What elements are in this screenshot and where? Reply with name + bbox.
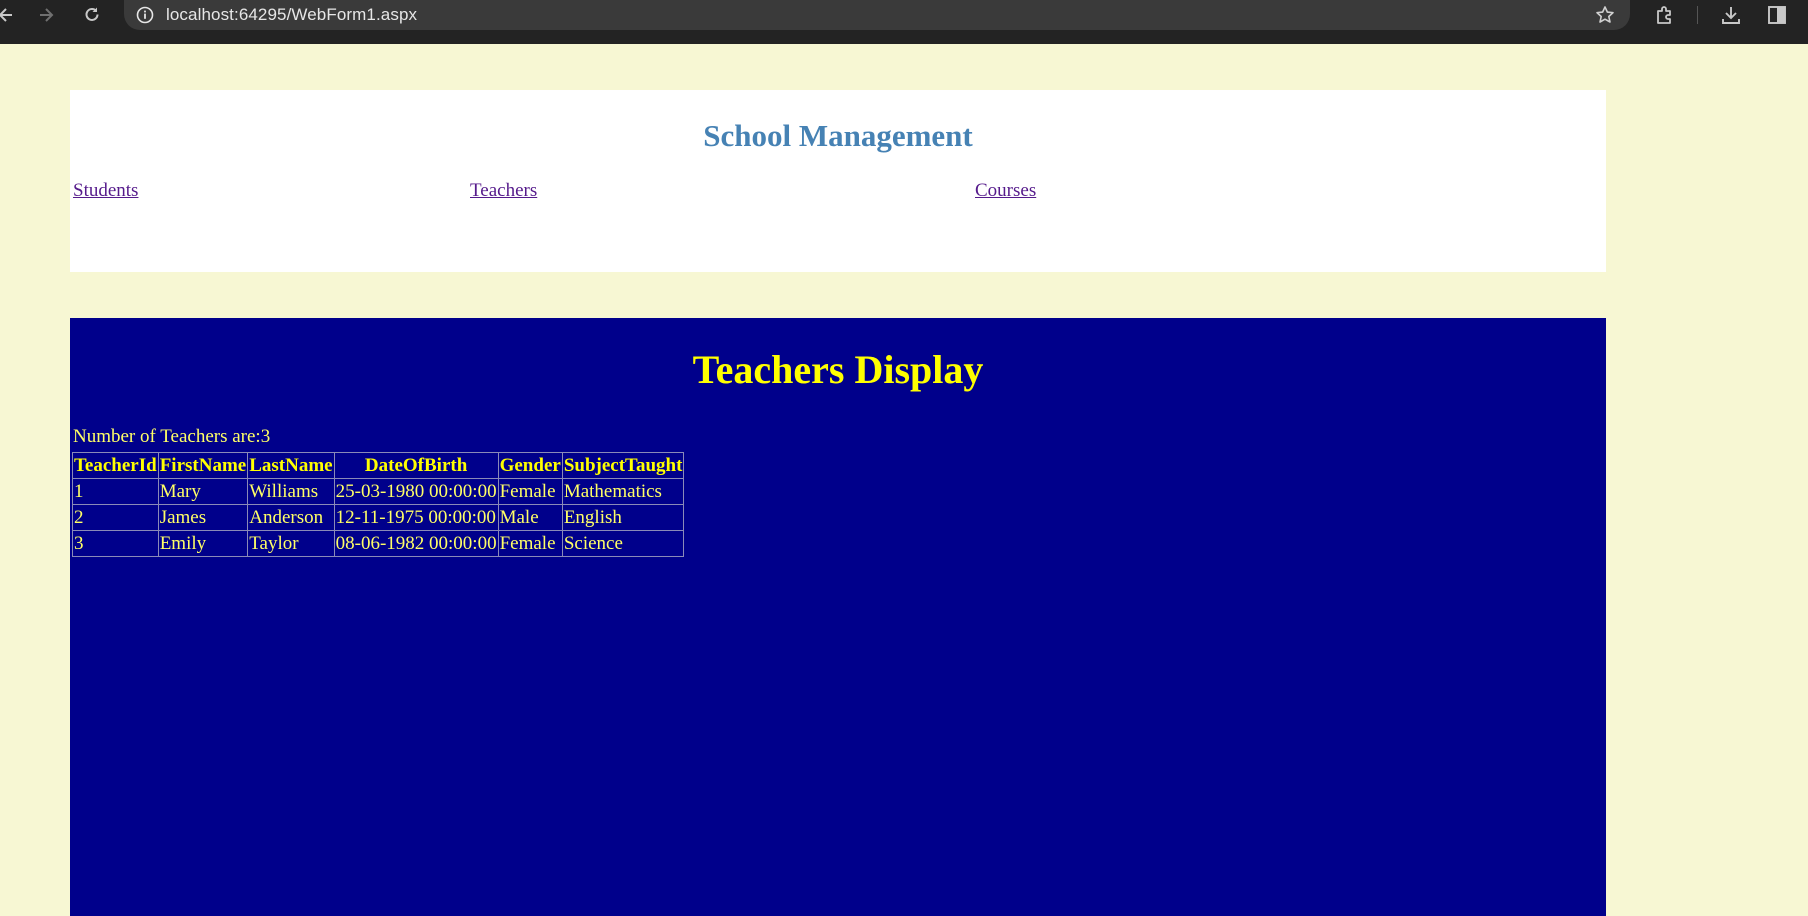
table-cell: Anderson <box>247 504 335 531</box>
site-info-icon[interactable] <box>136 6 154 24</box>
browser-toolbar: localhost:64295/WebForm1.aspx <box>0 0 1808 44</box>
download-icon[interactable] <box>1718 0 1744 30</box>
forward-arrow-icon[interactable] <box>34 0 58 30</box>
table-cell: 12-11-1975 00:00:00 <box>333 504 499 531</box>
column-header: SubjectTaught <box>561 452 685 479</box>
table-cell: Female <box>497 530 563 557</box>
table-cell: English <box>561 504 685 531</box>
table-cell: Science <box>561 530 685 557</box>
table-cell: Female <box>497 478 563 505</box>
table-cell: Emily <box>157 530 249 557</box>
table-cell: 08-06-1982 00:00:00 <box>333 530 499 557</box>
url-text[interactable]: localhost:64295/WebForm1.aspx <box>166 5 417 25</box>
star-icon[interactable] <box>1594 5 1616 25</box>
header-panel: School Management Students Teachers Cour… <box>70 90 1606 272</box>
table-header-row: TeacherId FirstName LastName DateOfBirth… <box>72 452 685 479</box>
back-arrow-icon[interactable] <box>0 0 18 30</box>
table-cell: Mary <box>157 478 249 505</box>
table-cell: Taylor <box>247 530 335 557</box>
table-cell: James <box>157 504 249 531</box>
table-cell: Williams <box>247 478 335 505</box>
column-header: FirstName <box>157 452 249 479</box>
content-panel: Teachers Display Number of Teachers are:… <box>70 318 1606 916</box>
column-header: LastName <box>247 452 335 479</box>
column-header: TeacherId <box>72 452 159 479</box>
column-header: DateOfBirth <box>333 452 499 479</box>
reload-icon[interactable] <box>80 0 104 30</box>
page-heading: Teachers Display <box>692 347 984 392</box>
table-cell: 1 <box>72 478 159 505</box>
table-cell: 25-03-1980 00:00:00 <box>333 478 499 505</box>
site-title: School Management <box>703 118 973 153</box>
table-cell: 2 <box>72 504 159 531</box>
side-panel-icon[interactable] <box>1764 0 1790 30</box>
table-row: 2 James Anderson 12-11-1975 00:00:00 Mal… <box>72 504 685 531</box>
nav-link-teachers[interactable]: Teachers <box>470 180 537 202</box>
table-cell: Male <box>497 504 563 531</box>
table-cell: 3 <box>72 530 159 557</box>
table-row: 3 Emily Taylor 08-06-1982 00:00:00 Femal… <box>72 530 685 557</box>
column-header: Gender <box>497 452 563 479</box>
nav-link-courses[interactable]: Courses <box>975 180 1036 202</box>
toolbar-separator <box>1697 6 1698 24</box>
puzzle-icon[interactable] <box>1652 0 1678 30</box>
teacher-count-text: Number of Teachers are:3 <box>73 426 271 447</box>
table-row: 1 Mary Williams 25-03-1980 00:00:00 Fema… <box>72 478 685 505</box>
table-cell: Mathematics <box>561 478 685 505</box>
teachers-table: TeacherId FirstName LastName DateOfBirth… <box>72 452 685 557</box>
nav-link-students[interactable]: Students <box>73 180 138 202</box>
address-bar[interactable]: localhost:64295/WebForm1.aspx <box>124 0 1630 30</box>
